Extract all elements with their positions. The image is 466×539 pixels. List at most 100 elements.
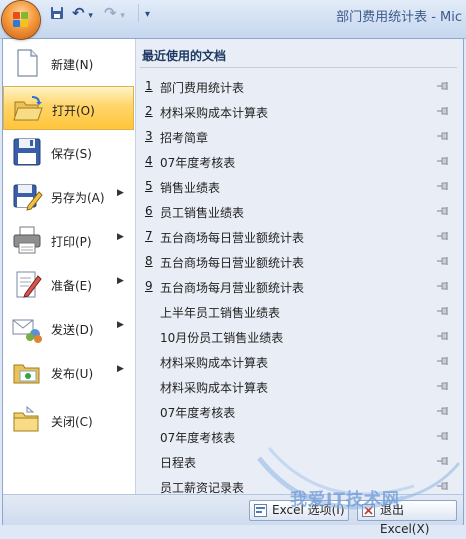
recent-document-item[interactable]: 9 五台商场每月营业额统计表: [140, 274, 458, 298]
save-disk-icon: [13, 138, 41, 166]
submenu-arrow-icon: ▶: [117, 276, 124, 286]
menu-item-print[interactable]: 打印(P) ▶: [3, 218, 134, 262]
undo-dropdown-icon[interactable]: ▾: [88, 11, 93, 21]
menu-item-label: 新建(N): [51, 58, 94, 72]
recent-document-number: 3: [145, 129, 153, 143]
recent-document-name: 员工销售业绩表: [160, 206, 245, 220]
pin-icon[interactable]: [436, 356, 450, 366]
quick-save-button[interactable]: [50, 4, 64, 22]
pin-icon[interactable]: [436, 181, 450, 191]
recent-document-number: 8: [145, 254, 153, 268]
pin-icon[interactable]: [436, 481, 450, 491]
pin-icon[interactable]: [436, 256, 450, 266]
recent-document-number: 1: [145, 79, 153, 93]
pin-icon[interactable]: [436, 231, 450, 241]
redo-button[interactable]: ↷ ▾: [104, 4, 125, 22]
recent-document-name: 材料采购成本计算表: [160, 381, 269, 395]
close-folder-icon: [13, 405, 39, 432]
recent-document-item[interactable]: 10月份员工销售业绩表: [140, 324, 458, 348]
recent-document-item[interactable]: 3 招考简章: [140, 124, 458, 148]
recent-document-name: 日程表: [160, 456, 197, 470]
exit-excel-button[interactable]: 退出 Excel(X): [357, 500, 457, 536]
recent-document-item[interactable]: 5 销售业绩表: [140, 174, 458, 198]
exit-excel-label: 退出 Excel(X): [380, 503, 430, 536]
heading-divider: [140, 67, 457, 68]
recent-document-item[interactable]: 材料采购成本计算表: [140, 349, 458, 373]
pin-icon[interactable]: [436, 431, 450, 441]
pin-icon[interactable]: [436, 331, 450, 341]
menu-item-close[interactable]: 关闭(C): [3, 398, 134, 442]
office-logo-icon: [13, 12, 29, 28]
menu-item-save[interactable]: 保存(S): [3, 130, 134, 174]
menu-item-label: 发布(U): [51, 367, 94, 381]
recent-documents-panel: 最近使用的文档 1 部门费用统计表 2 材料采购成本计算表 3 招考简章 4 07年度考核表 5…: [136, 39, 463, 495]
office-menu: 新建(N) 打开(O) 保存(S) 另存为(A) ▶ 打印(P) ▶ 准备(E)…: [2, 38, 464, 536]
recent-document-name: 五台商场每日营业额统计表: [160, 231, 305, 245]
send-icon: [12, 319, 42, 343]
menu-item-label: 准备(E): [51, 279, 92, 293]
pin-icon[interactable]: [436, 156, 450, 166]
menu-item-open[interactable]: 打开(O): [3, 86, 134, 130]
pin-icon[interactable]: [436, 281, 450, 291]
menu-item-label: 打印(P): [51, 235, 92, 249]
window-title: 部门费用统计表 - Mic: [336, 10, 462, 25]
recent-document-item[interactable]: 1 部门费用统计表: [140, 74, 458, 98]
recent-document-item[interactable]: 07年度考核表: [140, 399, 458, 423]
recent-document-item[interactable]: 上半年员工销售业绩表: [140, 299, 458, 323]
menu-item-label: 发送(D): [51, 323, 94, 337]
recent-documents-heading: 最近使用的文档: [142, 49, 227, 63]
submenu-arrow-icon: ▶: [117, 320, 124, 330]
recent-document-item[interactable]: 2 材料采购成本计算表: [140, 99, 458, 123]
pin-icon[interactable]: [436, 406, 450, 416]
recent-document-number: 9: [145, 279, 153, 293]
pin-icon[interactable]: [436, 456, 450, 466]
publish-icon: [13, 364, 40, 384]
menu-item-label: 另存为(A): [51, 191, 105, 205]
recent-document-name: 上半年员工销售业绩表: [160, 306, 281, 320]
menu-item-publish[interactable]: 发布(U) ▶: [3, 350, 134, 394]
recent-document-item[interactable]: 6 员工销售业绩表: [140, 199, 458, 223]
pin-icon[interactable]: [436, 106, 450, 116]
recent-document-number: 5: [145, 179, 153, 193]
redo-dropdown-icon[interactable]: ▾: [120, 11, 125, 21]
title-bar: ↶ ▾ ↷ ▾ ▾ 部门费用统计表 - Mic: [0, 0, 466, 39]
menu-item-send[interactable]: 发送(D) ▶: [3, 306, 134, 350]
pin-icon[interactable]: [436, 131, 450, 141]
menu-commands: 新建(N) 打开(O) 保存(S) 另存为(A) ▶ 打印(P) ▶ 准备(E)…: [3, 39, 136, 494]
pin-icon[interactable]: [436, 206, 450, 216]
pin-icon[interactable]: [436, 306, 450, 316]
submenu-arrow-icon: ▶: [117, 232, 124, 242]
menu-item-prepare[interactable]: 准备(E) ▶: [3, 262, 134, 306]
recent-document-item[interactable]: 8 五台商场每日营业额统计表: [140, 249, 458, 273]
prepare-icon: [16, 271, 42, 298]
recent-document-item[interactable]: 7 五台商场每日营业额统计表: [140, 224, 458, 248]
recent-document-name: 五台商场每月营业额统计表: [160, 281, 305, 295]
options-icon: [254, 504, 267, 517]
recent-document-name: 五台商场每日营业额统计表: [160, 256, 305, 270]
recent-document-item[interactable]: 07年度考核表: [140, 424, 458, 448]
recent-document-number: 4: [145, 154, 153, 168]
recent-document-name: 07年度考核表: [160, 406, 236, 420]
save-icon: [51, 7, 63, 19]
recent-document-name: 材料采购成本计算表: [160, 356, 269, 370]
recent-document-item[interactable]: 日程表: [140, 449, 458, 473]
recent-document-number: 6: [145, 204, 153, 218]
submenu-arrow-icon: ▶: [117, 364, 124, 374]
recent-document-item[interactable]: 材料采购成本计算表: [140, 374, 458, 398]
menu-item-save-as[interactable]: 另存为(A) ▶: [3, 174, 134, 218]
customize-dropdown-icon: ▾: [145, 9, 151, 20]
recent-document-name: 07年度考核表: [160, 431, 236, 445]
customize-quick-access-button[interactable]: ▾: [138, 4, 150, 22]
recent-document-name: 07年度考核表: [160, 156, 236, 170]
open-folder-icon: [13, 96, 43, 121]
menu-item-label: 关闭(C): [51, 415, 93, 429]
office-button[interactable]: [2, 1, 40, 39]
undo-button[interactable]: ↶ ▾: [72, 4, 93, 22]
recent-document-item[interactable]: 4 07年度考核表: [140, 149, 458, 173]
pin-icon[interactable]: [436, 381, 450, 391]
excel-options-button[interactable]: Excel 选项(I): [249, 500, 349, 521]
menu-item-new[interactable]: 新建(N): [3, 41, 134, 85]
pin-icon[interactable]: [436, 81, 450, 91]
menu-item-label: 打开(O): [52, 104, 95, 118]
menu-item-label: 保存(S): [51, 147, 92, 161]
